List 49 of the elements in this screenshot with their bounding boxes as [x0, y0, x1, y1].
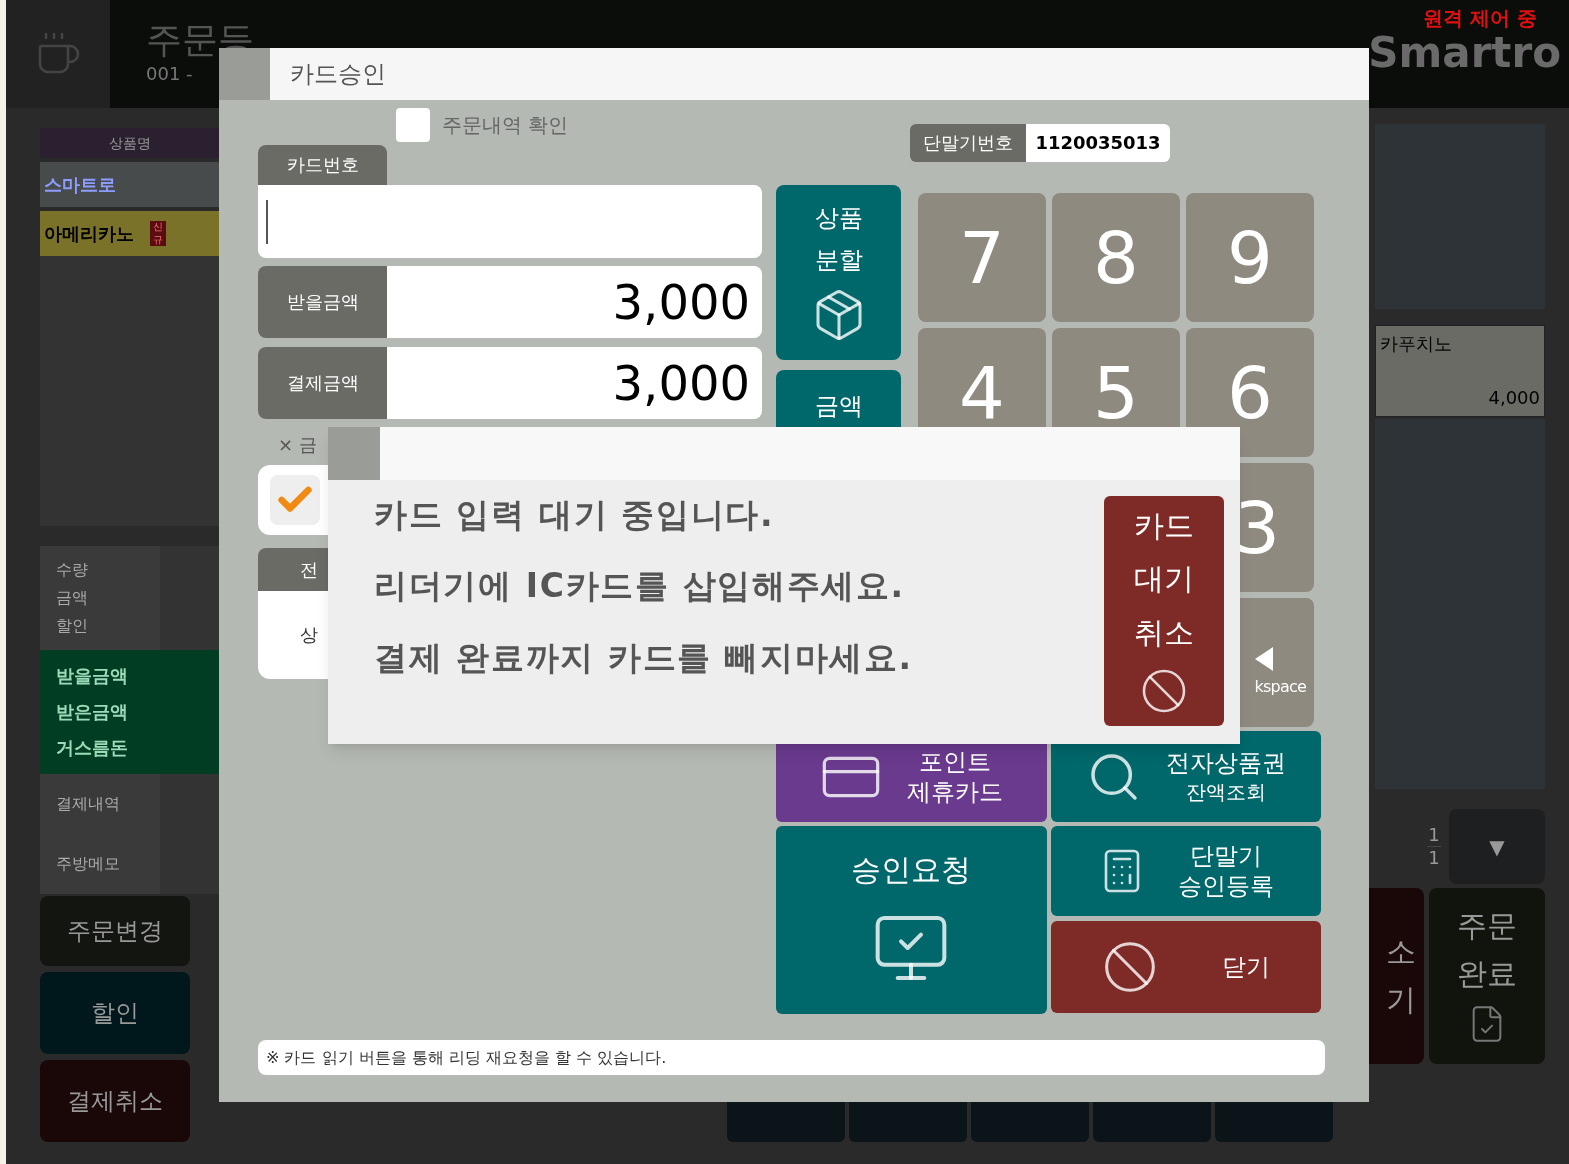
pos-button[interactable]: 결제취소 — [40, 1060, 190, 1142]
summary-label: 수량 — [56, 559, 89, 581]
summary-label: 금액 — [56, 587, 89, 609]
remote-status: 원격 제어 중 — [1423, 5, 1537, 32]
info-label: 결제내역 — [40, 774, 160, 834]
amount-value: 3,000 — [387, 266, 762, 338]
menu-item-card[interactable]: 카푸치노 4,000 — [1375, 325, 1545, 417]
item-name: 아메리카노 — [44, 221, 134, 246]
page-total: 1 — [1428, 847, 1440, 870]
keypad-key[interactable]: 6 — [1186, 328, 1314, 457]
cancel-wait-button[interactable]: 카드 대기 취소 — [1104, 496, 1224, 726]
popup-message: 카드 입력 대기 중입니다. — [374, 494, 776, 536]
item-name: 스마트로 — [44, 172, 116, 197]
close-button[interactable]: 닫기 — [1050, 921, 1321, 1013]
brand-logo: Smartro — [1368, 32, 1561, 74]
popup-message: 결제 완료까지 카드를 빼지마세요. — [374, 636, 914, 678]
terminal-number: 1120035013 — [1026, 124, 1170, 162]
column-header: 상품명 — [40, 128, 220, 158]
footer-note: ※ 카드 읽기 버튼을 통해 리딩 재요청을 할 수 있습니다. — [258, 1040, 1325, 1075]
approve-request-button[interactable]: 승인요청 — [776, 826, 1047, 1014]
keypad-key[interactable]: 9 — [1186, 193, 1314, 322]
amount-value: 3,000 — [387, 347, 762, 419]
payment-label: 받을금액 — [56, 664, 129, 688]
dialog-title: 카드승인 — [270, 48, 1369, 100]
menu-item-name: 카푸치노 — [1380, 332, 1453, 356]
pos-button[interactable]: 주문 완료 — [1429, 888, 1545, 1064]
terminal-label: 단말기번호 — [910, 124, 1026, 162]
summary-label: 할인 — [56, 615, 89, 637]
payment-label: 받은금액 — [56, 700, 129, 724]
amount-label: 받을금액 — [258, 266, 387, 338]
header-subtitle: 001 - — [146, 62, 194, 86]
menu-item-price: 4,000 — [1488, 386, 1540, 410]
new-badge: 신규 — [150, 221, 166, 246]
item-row[interactable]: 아메리카노 신규 — [40, 211, 220, 256]
amount-label: 결제금액 — [258, 347, 387, 419]
note-text: × 금 — [278, 433, 317, 457]
section-text: 상 — [300, 623, 318, 647]
pos-button[interactable]: 할인 — [40, 972, 190, 1054]
payment-label: 거스름돈 — [56, 736, 129, 760]
pos-button[interactable]: 주문변경 — [40, 896, 190, 966]
info-label: 주방메모 — [40, 834, 160, 894]
checkbox-label: 주문내역 확인 — [442, 112, 569, 139]
split-button[interactable]: 상품 분할 — [776, 185, 901, 360]
next-page-button[interactable]: ▼ — [1449, 809, 1545, 884]
terminal-register-button[interactable]: 단말기 승인등록 — [1050, 826, 1321, 916]
keypad-key[interactable]: 8 — [1052, 193, 1180, 322]
keypad-key[interactable]: 7 — [918, 193, 1046, 322]
item-row[interactable]: 스마트로 — [40, 162, 220, 207]
page-current: 1 — [1428, 823, 1440, 846]
